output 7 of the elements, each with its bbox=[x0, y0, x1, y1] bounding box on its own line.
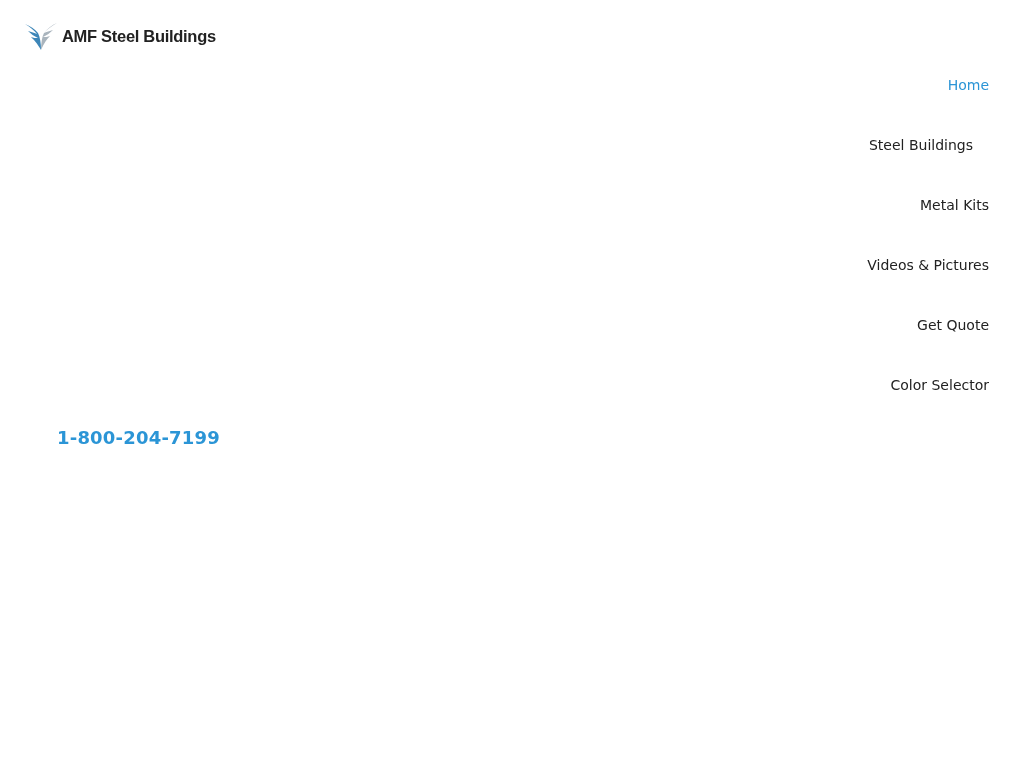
nav-link[interactable]: Color Selector bbox=[890, 375, 989, 395]
nav-link[interactable]: Videos & Pictures bbox=[867, 255, 989, 275]
wings-logo-icon bbox=[24, 21, 58, 51]
nav-link[interactable]: Metal Kits bbox=[920, 195, 989, 215]
nav-link[interactable]: Get Quote bbox=[917, 315, 989, 335]
logo-text: AMF Steel Buildings bbox=[62, 27, 216, 45]
nav-link[interactable]: Steel Buildings bbox=[868, 135, 989, 155]
